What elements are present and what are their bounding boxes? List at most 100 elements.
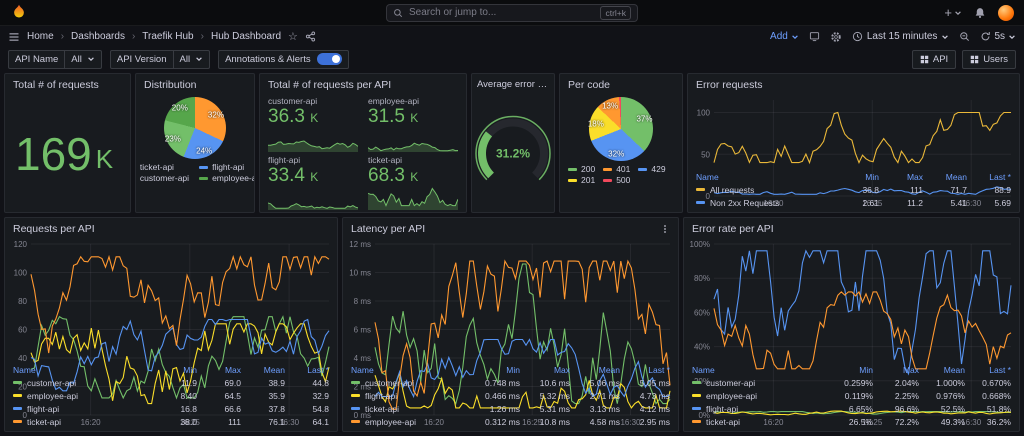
distribution-pie-chart[interactable]: 32% 24% 23% 20% (164, 97, 226, 159)
new-menu-button[interactable]: + (944, 5, 962, 20)
api-dashboard-link[interactable]: API (911, 49, 957, 69)
annotations-toggle-group: Annotations & Alerts (218, 49, 349, 69)
breadcrumb-folder[interactable]: Traefik Hub (142, 31, 193, 42)
pie-slice-label: 32% (207, 110, 224, 120)
stat-flight-api[interactable]: flight-api 33.4 K (268, 154, 358, 210)
legend-row-customer-api[interactable]: customer-api 0.259% 2.04% 1.000% 0.670% (692, 376, 1011, 389)
panel-requests-per-api: Requests per API 0 20 40 60 80 100 120 16:20 16:… (4, 217, 338, 432)
users-dashboard-link[interactable]: Users (962, 49, 1016, 69)
error-requests-chart[interactable]: 0 50 100 16:20 16:25 16:30 (688, 95, 1019, 208)
stat-customer-api[interactable]: customer-api 36.3 K (268, 95, 358, 152)
menu-icon[interactable] (8, 31, 20, 43)
per-code-pie-chart[interactable]: 37% 32% 18% 13% (587, 97, 653, 161)
legend-row-employee-api[interactable]: employee-api 0.119% 2.25% 0.976% 0.668% (692, 389, 1011, 402)
grafana-logo[interactable] (10, 4, 28, 22)
panel-title[interactable]: Distribution (144, 79, 197, 91)
search-input[interactable] (409, 7, 595, 18)
svg-text:31.2%: 31.2% (496, 147, 530, 161)
dashboard-controls: API Name All API Version All Annotations… (0, 47, 1024, 71)
legend-item[interactable]: 201 (568, 175, 595, 185)
legend-item[interactable]: ticket-api (136, 162, 189, 172)
panel-title[interactable]: Error requests (696, 79, 763, 91)
zoom-out-icon[interactable] (959, 31, 970, 42)
legend-row-employee-api[interactable]: employee-api 0.312 ms 10.8 ms 4.58 ms 2.95 m… (351, 415, 670, 428)
panel-distribution: Distribution 32% 24% 23% 20% ticket-api flig… (135, 73, 255, 213)
legend-item[interactable]: 500 (603, 175, 630, 185)
svg-text:120: 120 (14, 240, 28, 249)
legend-item[interactable]: 429 (638, 164, 666, 174)
total-requests-value: 169 K (15, 127, 114, 180)
panel-per-code: Per code 37% 32% 18% 13% 200 401 429 201 500 (559, 73, 683, 213)
per-api-stats: customer-api 36.3 K employee-api 31.5 K … (260, 95, 466, 212)
annotations-toggle[interactable] (316, 53, 342, 65)
panel-title[interactable]: Error rate per API (692, 223, 774, 235)
search-icon (393, 8, 403, 18)
breadcrumb-current: Hub Dashboard (210, 31, 282, 42)
refresh-picker[interactable]: 5s (980, 31, 1016, 42)
legend-row-All requests[interactable]: All requests 36.8 111 71.7 88.9 (696, 183, 1011, 196)
api-name-label: API Name (8, 49, 66, 69)
requests-per-api-legend: Name Min Max Mean Last * customer-api 11.9 69.0… (5, 362, 337, 431)
api-version-select[interactable]: All (173, 49, 211, 69)
panel-title[interactable]: Average error rate (477, 79, 549, 90)
error-rate-gauge[interactable]: 31.2% (472, 95, 554, 212)
search-shortcut-badge: ctrl+k (600, 5, 631, 20)
api-name-select[interactable]: All (65, 49, 102, 69)
bell-icon[interactable] (974, 7, 986, 19)
legend-row-customer-api[interactable]: customer-api 0.748 ms 10.6 ms 5.06 ms 5.05 m… (351, 376, 670, 389)
panel-menu-icon[interactable] (660, 224, 670, 234)
legend-row-ticket-api[interactable]: ticket-api 26.5% 72.2% 49.3% 36.2% (692, 415, 1011, 428)
panel-title[interactable]: Total # of requests per API (268, 79, 391, 91)
per-code-legend[interactable]: 200 401 429 201 500 (560, 164, 682, 185)
legend-row-flight-api[interactable]: flight-api 6.65% 96.6% 52.5% 51.8% (692, 402, 1011, 415)
distribution-legend[interactable]: ticket-api flight-api customer-api employee… (136, 162, 254, 183)
legend-item[interactable]: customer-api (136, 173, 189, 183)
svg-text:60%: 60% (694, 308, 710, 317)
panel-average-error-rate: Average error rate 31.2% (471, 73, 555, 213)
legend-item[interactable]: 200 (568, 164, 595, 174)
legend-row-flight-api[interactable]: flight-api 16.8 66.6 37.8 54.8 (13, 402, 329, 415)
requests-per-api-chart[interactable]: 0 20 40 60 80 100 120 16:20 16:25 16:30 (5, 239, 337, 427)
global-search[interactable]: ctrl+k (386, 3, 638, 22)
panel-requests-per-api-stats: Total # of requests per API customer-api… (259, 73, 467, 213)
sparkline (368, 141, 458, 152)
legend-row-ticket-api[interactable]: ticket-api 1.26 ms 5.31 ms 3.13 ms 4.12 ms (351, 402, 670, 415)
api-version-label: API Version (109, 49, 174, 69)
latency-per-api-chart[interactable]: 0 ms 2 ms 4 ms 6 ms 8 ms 10 ms 12 ms 16:20 16:25… (343, 239, 678, 427)
breadcrumb-dashboards[interactable]: Dashboards (71, 31, 125, 42)
breadcrumb-home[interactable]: Home (27, 31, 54, 42)
legend-row-employee-api[interactable]: employee-api 8.40 64.5 35.9 32.9 (13, 389, 329, 402)
star-icon[interactable]: ☆ (288, 30, 298, 43)
legend-header[interactable]: Name Min Max Mean Last * (13, 363, 329, 376)
add-button[interactable]: Add (770, 31, 799, 42)
settings-gear-icon[interactable] (830, 31, 842, 43)
annotations-label: Annotations & Alerts (225, 53, 311, 65)
svg-text:6 ms: 6 ms (354, 326, 371, 335)
legend-row-Non 2xx Requests[interactable]: Non 2xx Requests 2.61 11.2 5.41 5.69 (696, 196, 1011, 209)
user-avatar[interactable] (998, 4, 1014, 21)
stat-ticket-api[interactable]: ticket-api 68.3 K (368, 154, 458, 210)
dashboard-toolbar: Home › Dashboards › Traefik Hub › Hub Da… (0, 26, 1024, 47)
pie-slice-label: 13% (602, 101, 619, 111)
legend-header[interactable]: Name Min Max Mean Last * (692, 363, 1011, 376)
panel-error-requests: Error requests 0 50 100 16:20 16:25 16:30 Nam… (687, 73, 1020, 213)
legend-item[interactable]: employee-api (199, 173, 254, 183)
legend-item[interactable]: flight-api (199, 162, 254, 172)
legend-header[interactable]: Name Min Max Mean Last * (696, 170, 1011, 183)
panel-title[interactable]: Total # of requests (13, 79, 99, 91)
error-rate-per-api-chart[interactable]: 0% 20% 40% 60% 80% 100% 16:20 16:25 16:30 (684, 239, 1019, 427)
panel-view-icon[interactable] (809, 31, 820, 42)
panel-title[interactable]: Latency per API (351, 223, 425, 235)
legend-row-customer-api[interactable]: customer-api 11.9 69.0 38.9 44.8 (13, 376, 329, 389)
legend-row-ticket-api[interactable]: ticket-api 38.0 111 76.1 64.1 (13, 415, 329, 428)
panel-title[interactable]: Requests per API (13, 223, 95, 235)
stat-employee-api[interactable]: employee-api 31.5 K (368, 95, 458, 152)
sparkline (268, 139, 358, 152)
legend-header[interactable]: Name Min Max Mean Last * (351, 363, 670, 376)
legend-row-flight-api[interactable]: flight-api 0.466 ms 5.32 ms 2.71 ms 4.73 ms (351, 389, 670, 402)
time-range-picker[interactable]: Last 15 minutes (852, 31, 950, 42)
pie-slice-label: 18% (587, 119, 604, 129)
share-icon[interactable] (305, 31, 316, 42)
legend-item[interactable]: 401 (603, 164, 630, 174)
panel-title[interactable]: Per code (568, 79, 610, 91)
